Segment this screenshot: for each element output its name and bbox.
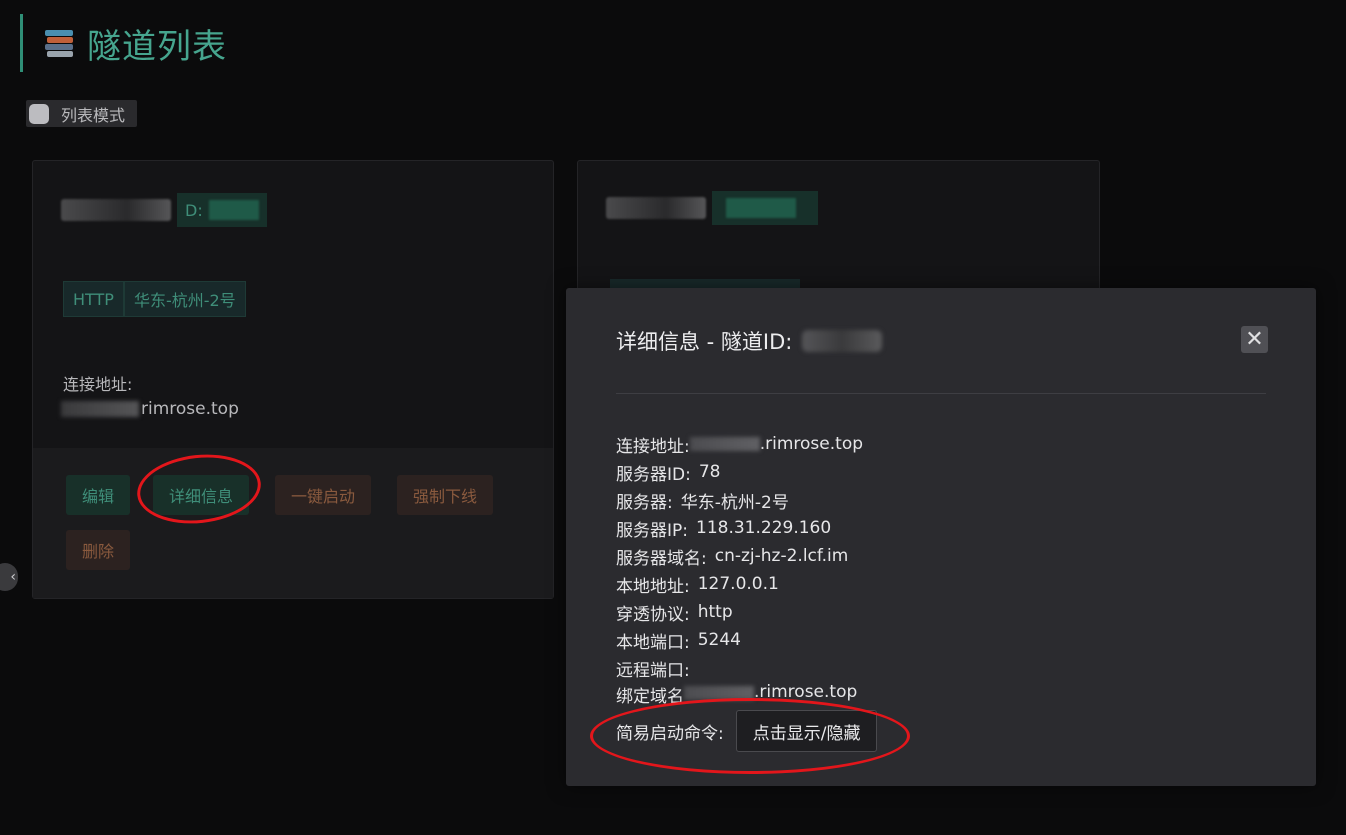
- detail-row-protocol: 穿透协议: http: [616, 598, 863, 626]
- tunnel-id-box: [712, 191, 818, 225]
- detail-label: 远程端口:: [616, 660, 690, 681]
- books-icon: [45, 30, 73, 57]
- detail-label: 服务器:: [616, 492, 673, 513]
- detail-label: 服务器IP:: [616, 520, 688, 541]
- connection-address-label: 连接地址:: [63, 375, 133, 394]
- tunnel-card: [577, 160, 1100, 302]
- detail-value: .rimrose.top: [759, 434, 864, 454]
- toggle-command-button[interactable]: 点击显示/隐藏: [735, 710, 878, 752]
- protocol-tag: HTTP: [63, 281, 124, 317]
- dialog-divider: [616, 393, 1266, 394]
- tunnel-card-actions: 编辑 详细信息 一键启动 强制下线 删除: [33, 448, 553, 598]
- detail-value: 5244: [697, 630, 741, 650]
- detail-value: cn-zj-hz-2.lcf.im: [714, 546, 849, 566]
- tunnel-tags: HTTP 华东-杭州-2号: [63, 281, 246, 317]
- masked-subdomain: [689, 437, 760, 451]
- tunnel-card: D: HTTP 华东-杭州-2号 连接地址: rimrose.top 编辑 详细…: [32, 160, 554, 599]
- detail-row-server-id: 服务器ID: 78: [616, 458, 863, 486]
- page-header: 隧道列表: [20, 14, 227, 72]
- detail-row-server: 服务器: 华东-杭州-2号: [616, 486, 863, 514]
- details-list: 连接地址: .rimrose.top 服务器ID: 78 服务器: 华东-杭州-…: [616, 430, 863, 704]
- tunnel-id-prefix: D:: [185, 200, 203, 220]
- detail-label: 服务器ID:: [616, 464, 691, 485]
- detail-value: 78: [698, 462, 721, 482]
- dialog-title-text: 详细信息 - 隧道ID:: [616, 330, 793, 354]
- detail-row-local-port: 本地端口: 5244: [616, 626, 863, 654]
- detail-row-server-ip: 服务器IP: 118.31.229.160: [616, 514, 863, 542]
- detail-label: 绑定域名: [616, 687, 684, 704]
- details-dialog: 详细信息 - 隧道ID: ✕ 连接地址: .rimrose.top 服务器ID:…: [566, 288, 1316, 786]
- server-tag: 华东-杭州-2号: [123, 281, 246, 317]
- masked-tunnel-name: [606, 197, 706, 219]
- masked-subdomain: [61, 401, 139, 417]
- detail-row-server-domain: 服务器域名: cn-zj-hz-2.lcf.im: [616, 542, 863, 570]
- masked-tunnel-id: [208, 200, 259, 220]
- title-accent-bar: [20, 14, 23, 72]
- connection-domain: rimrose.top: [141, 399, 239, 419]
- detail-row-bound-domain: 绑定域名 .rimrose.top: [616, 682, 863, 704]
- tunnel-id-box: D:: [177, 193, 267, 227]
- start-command-row: 简易启动命令: 点击显示/隐藏: [616, 710, 878, 752]
- connection-address-value: rimrose.top: [61, 399, 239, 419]
- start-command-label: 简易启动命令:: [616, 723, 724, 744]
- masked-tunnel-id: [802, 330, 883, 352]
- detail-row-connection: 连接地址: .rimrose.top: [616, 430, 863, 458]
- detail-row-local-address: 本地地址: 127.0.0.1: [616, 570, 863, 598]
- masked-subdomain: [684, 686, 754, 700]
- detail-row-remote-port: 远程端口:: [616, 654, 863, 682]
- detail-value: .rimrose.top: [754, 682, 858, 702]
- detail-value: 127.0.0.1: [697, 574, 779, 594]
- detail-value: http: [697, 602, 733, 622]
- detail-label: 穿透协议:: [616, 604, 690, 625]
- detail-value: 118.31.229.160: [696, 518, 832, 538]
- tunnel-card-title: [606, 191, 818, 225]
- detail-label: 服务器域名:: [616, 548, 707, 569]
- checkbox-box[interactable]: [29, 103, 49, 124]
- masked-tunnel-name: [61, 199, 171, 221]
- details-button[interactable]: 详细信息: [153, 475, 250, 515]
- detail-label: 本地端口:: [616, 632, 690, 653]
- masked-tunnel-id: [726, 198, 796, 218]
- edit-button[interactable]: 编辑: [66, 475, 131, 515]
- list-mode-label: 列表模式: [61, 105, 126, 125]
- dialog-title: 详细信息 - 隧道ID:: [616, 326, 883, 356]
- list-mode-checkbox[interactable]: 列表模式: [26, 100, 138, 127]
- detail-value: 华东-杭州-2号: [680, 492, 789, 513]
- quick-start-button[interactable]: 一键启动: [275, 475, 372, 515]
- force-offline-button[interactable]: 强制下线: [397, 475, 494, 515]
- detail-label: 连接地址:: [616, 436, 690, 457]
- scroll-left-button[interactable]: ‹: [0, 563, 18, 591]
- close-icon[interactable]: ✕: [1241, 326, 1268, 353]
- page-title: 隧道列表: [87, 26, 227, 67]
- delete-button[interactable]: 删除: [66, 530, 131, 570]
- detail-label: 本地地址:: [616, 576, 690, 597]
- tunnel-card-title: D:: [61, 193, 267, 227]
